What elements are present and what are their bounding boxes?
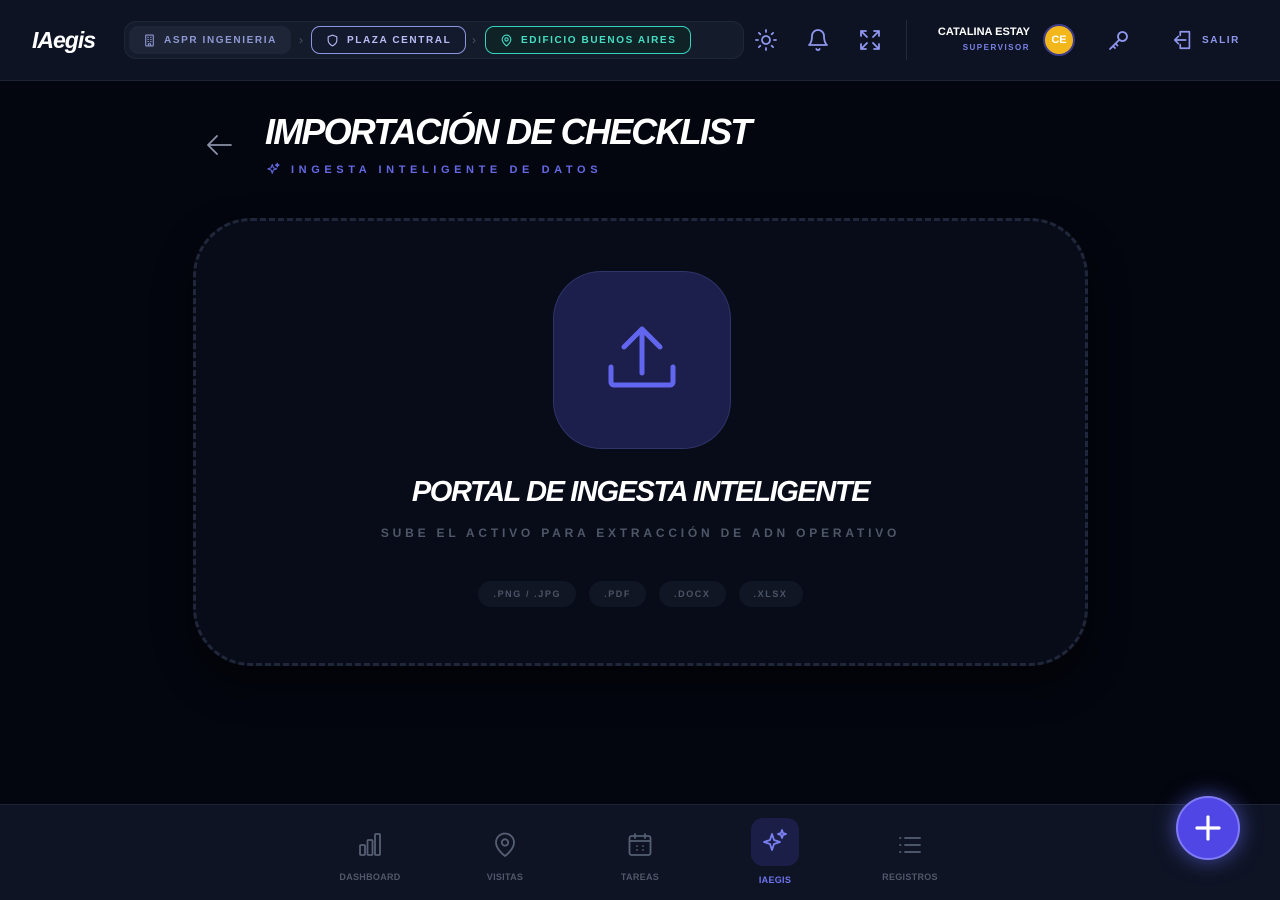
map-pin-icon [491, 831, 519, 859]
fullscreen-button[interactable] [858, 28, 882, 52]
nav-label: TAREAS [620, 872, 660, 882]
shield-icon [327, 34, 338, 46]
bottom-nav: DASHBOARD VISITAS TAREAS IAEGIS REGISTRO… [0, 804, 1280, 900]
avatar[interactable]: CE [1043, 24, 1075, 56]
building-icon [145, 34, 154, 46]
breadcrumb-building[interactable]: EDIFICIO BUENOS AIRES [485, 26, 692, 54]
format-list: .PNG / .JPG .PDF .DOCX .XLSX [196, 581, 1085, 607]
calendar-icon [626, 831, 654, 859]
list-icon [896, 831, 924, 859]
nav-label: DASHBOARD [339, 872, 401, 882]
chevron-right-icon: › [299, 33, 303, 47]
nav-label: IAEGIS [758, 875, 792, 885]
logout-icon [1173, 30, 1191, 50]
theme-toggle-button[interactable] [754, 28, 778, 52]
arrow-left-icon [207, 135, 232, 155]
breadcrumb-label: EDIFICIO BUENOS AIRES [521, 34, 677, 46]
divider [906, 20, 907, 60]
upload-icon [608, 326, 676, 388]
logout-button[interactable]: SALIR [1172, 28, 1240, 52]
nav-item-registros[interactable]: REGISTROS [855, 805, 965, 900]
back-button[interactable] [205, 132, 233, 158]
page-title: IMPORTACIÓN DE CHECKLIST [265, 111, 752, 152]
breadcrumb-site[interactable]: PLAZA CENTRAL [311, 26, 467, 54]
map-pin-icon [501, 34, 512, 46]
file-drop-zone[interactable]: PORTAL DE INGESTA INTELIGENTE SUBE EL AC… [193, 218, 1088, 666]
upload-button[interactable] [553, 271, 731, 449]
nav-item-iaegis[interactable]: IAEGIS [720, 805, 830, 900]
dropzone-subtitle: SUBE EL ACTIVO PARA EXTRACCIÓN DE ADN OP… [380, 526, 901, 540]
add-button[interactable] [1176, 796, 1240, 860]
bell-icon [808, 29, 828, 51]
breadcrumb-company[interactable]: ASPR INGENIERIA [129, 26, 291, 54]
nav-label: REGISTROS [882, 872, 938, 882]
format-badge: .XLSX [738, 581, 803, 607]
subtitle-text: INGESTA INTELIGENTE DE DATOS [291, 163, 603, 176]
chevron-right-icon: › [472, 33, 476, 47]
page-subtitle: INGESTA INTELIGENTE DE DATOS [266, 162, 602, 177]
change-password-button[interactable] [1107, 28, 1131, 52]
nav-item-visitas[interactable]: VISITAS [450, 805, 560, 900]
format-badge: .PDF [589, 581, 646, 607]
top-bar: IAegis ASPR INGENIERIA › PLAZA CENTRAL ›… [0, 0, 1280, 81]
user-name: CATALINA ESTAY [937, 26, 1030, 38]
breadcrumb-label: PLAZA CENTRAL [347, 34, 452, 46]
app-logo[interactable]: IAegis [32, 27, 96, 54]
nav-item-dashboard[interactable]: DASHBOARD [315, 805, 425, 900]
fullscreen-icon [860, 30, 880, 50]
sparkles-icon [761, 828, 789, 856]
bar-chart-icon [356, 831, 384, 859]
format-badge: .DOCX [659, 581, 726, 607]
key-icon [1109, 31, 1128, 50]
plus-icon [1195, 815, 1221, 841]
format-badge: .PNG / .JPG [478, 581, 577, 607]
breadcrumb: ASPR INGENIERIA › PLAZA CENTRAL › EDIFIC… [124, 21, 744, 59]
sparkles-icon [267, 162, 280, 174]
logout-label: SALIR [1202, 34, 1240, 46]
nav-label: VISITAS [486, 872, 524, 882]
breadcrumb-label: ASPR INGENIERIA [164, 34, 277, 46]
dropzone-title: PORTAL DE INGESTA INTELIGENTE [411, 476, 871, 508]
sun-icon [755, 29, 777, 51]
user-role: SUPERVISOR [962, 43, 1030, 52]
notifications-button[interactable] [806, 28, 830, 52]
nav-item-tareas[interactable]: TAREAS [585, 805, 695, 900]
